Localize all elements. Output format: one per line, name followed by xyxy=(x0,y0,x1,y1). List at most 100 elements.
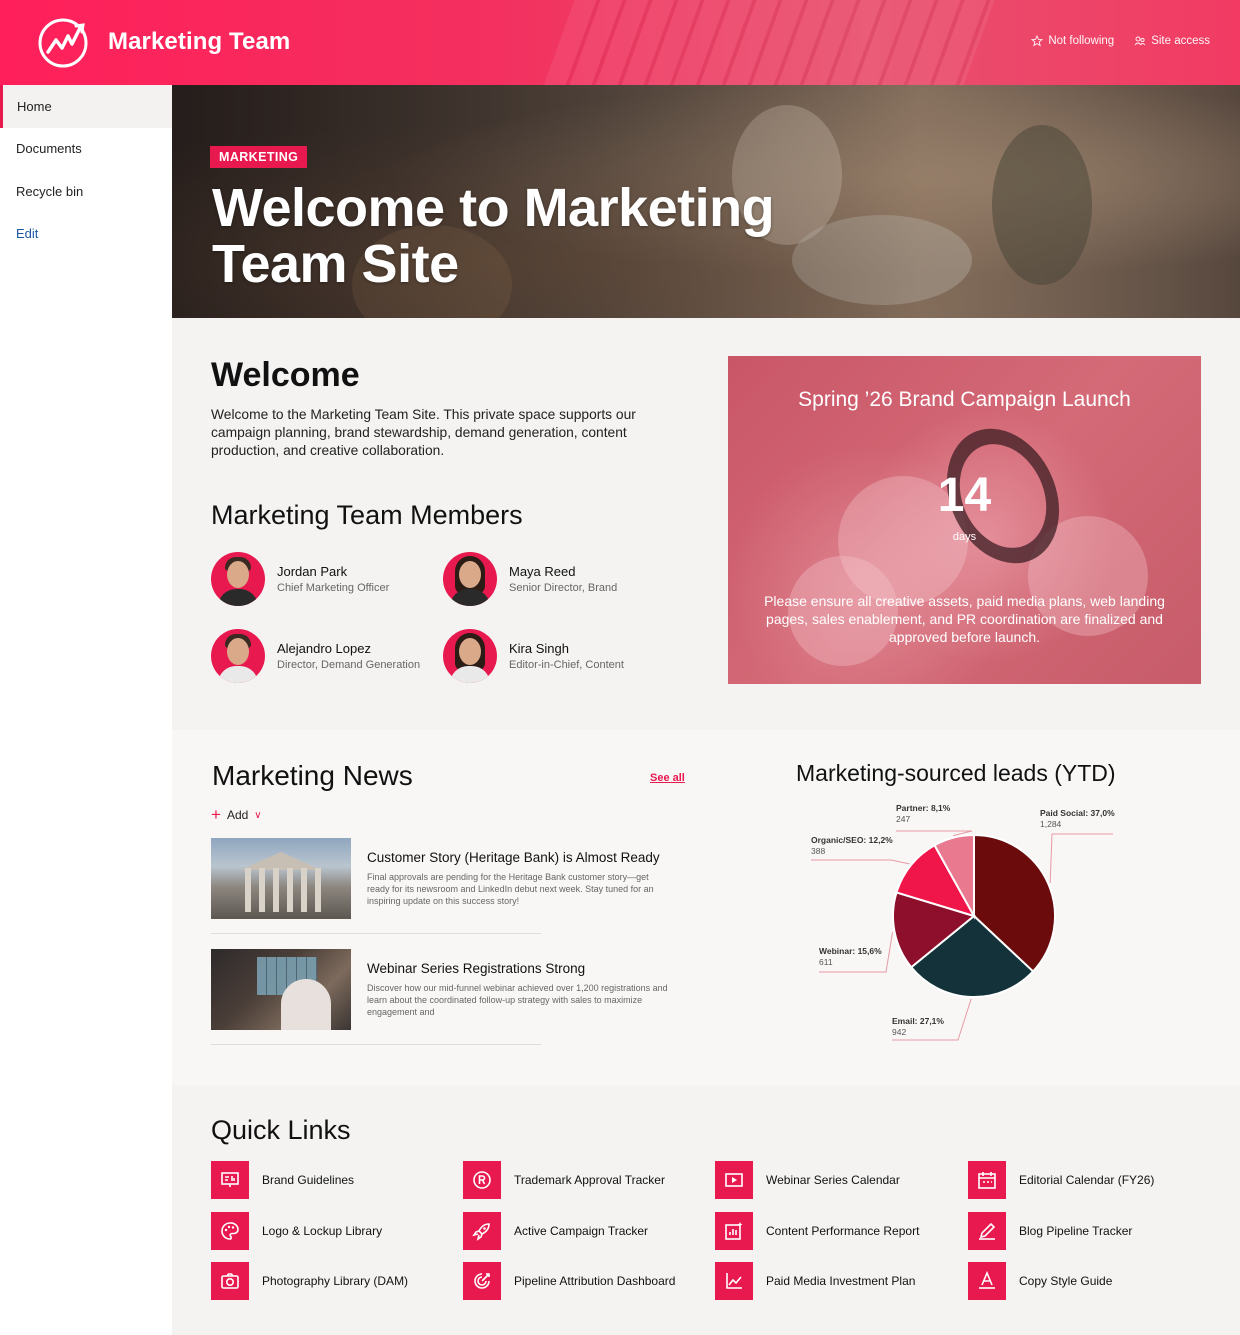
quick-link[interactable]: Webinar Series Calendar xyxy=(715,1161,900,1199)
quick-link-label: Pipeline Attribution Dashboard xyxy=(514,1274,676,1288)
news-description: Discover how our mid-funnel webinar achi… xyxy=(367,983,668,1017)
leader-line xyxy=(1049,833,1113,884)
news-title[interactable]: Customer Story (Heritage Bank) is Almost… xyxy=(367,850,687,865)
add-news-button[interactable]: + Add ∨ xyxy=(211,805,262,824)
plus-icon: + xyxy=(211,805,221,824)
countdown-number: 14 xyxy=(937,469,992,522)
add-label: Add xyxy=(226,808,249,822)
nav-item-recycle-bin[interactable]: Recycle bin xyxy=(0,170,172,213)
news-thumbnail[interactable] xyxy=(211,949,351,1030)
presentation-icon xyxy=(211,1161,249,1199)
quick-link-label: Blog Pipeline Tracker xyxy=(1019,1224,1133,1238)
member-card[interactable]: Jordan Park Chief Marketing Officer xyxy=(211,552,389,606)
nav-edit-link[interactable]: Edit xyxy=(0,213,172,256)
nav-item-home[interactable]: Home xyxy=(0,85,172,128)
leads-pie-chart: Paid Social: 37,0%1,284 Email: 27,1%942 We… xyxy=(811,803,1115,1041)
quick-link[interactable]: Trademark Approval Tracker xyxy=(463,1161,665,1199)
chevron-down-icon: ∨ xyxy=(254,809,262,821)
member-role: Chief Marketing Officer xyxy=(277,582,390,594)
slice-label: Organic/SEO: 12,2% xyxy=(811,835,893,845)
avatar xyxy=(443,552,497,606)
news-section: Marketing News See all + Add ∨ Customer … xyxy=(172,730,1240,1085)
slice-count: 1,284 xyxy=(1040,819,1062,829)
member-card[interactable]: Maya Reed Senior Director, Brand xyxy=(443,552,617,606)
quick-links-heading: Quick Links xyxy=(211,1115,351,1145)
follow-label: Not following xyxy=(1048,35,1115,47)
quick-link[interactable]: Brand Guidelines xyxy=(211,1161,354,1199)
quick-link-label: Content Performance Report xyxy=(766,1224,920,1238)
camera-icon xyxy=(211,1262,249,1300)
quick-link[interactable]: Blog Pipeline Tracker xyxy=(968,1212,1132,1250)
quick-link[interactable]: Paid Media Investment Plan xyxy=(715,1262,915,1300)
news-item[interactable]: Webinar Series Registrations Strong Disc… xyxy=(211,949,681,1045)
quick-link-label: Editorial Calendar (FY26) xyxy=(1019,1173,1155,1187)
news-heading: Marketing News xyxy=(212,760,413,791)
members-heading: Marketing Team Members xyxy=(211,500,523,530)
quick-link-label: Trademark Approval Tracker xyxy=(514,1173,665,1187)
quick-link-label: Logo & Lockup Library xyxy=(262,1224,383,1238)
text-style-icon xyxy=(968,1262,1006,1300)
news-thumbnail[interactable] xyxy=(211,838,351,919)
leader-line xyxy=(896,830,973,837)
line-chart-icon xyxy=(715,1262,753,1300)
member-role: Director, Demand Generation xyxy=(277,659,421,671)
hero-banner: MARKETING Welcome to Marketing Team Site xyxy=(172,85,1240,318)
slice-count: 611 xyxy=(819,957,833,967)
quick-links-section: Quick Links Brand Guidelines Trademark Ap… xyxy=(172,1085,1240,1335)
member-card[interactable]: Kira Singh Editor-in-Chief, Content xyxy=(443,629,624,683)
hero-tag: MARKETING xyxy=(210,146,308,168)
slice-count: 247 xyxy=(896,814,910,824)
slice-count: 388 xyxy=(811,846,825,856)
target-icon xyxy=(463,1262,501,1300)
registered-icon xyxy=(463,1161,501,1199)
member-role: Senior Director, Brand xyxy=(509,582,618,594)
member-role: Editor-in-Chief, Content xyxy=(509,659,624,671)
nav-item-documents[interactable]: Documents xyxy=(0,128,172,171)
welcome-text: Welcome to the Marketing Team Site. This… xyxy=(211,407,636,458)
slice-label: Partner: 8,1% xyxy=(896,803,951,813)
news-item[interactable]: Customer Story (Heritage Bank) is Almost… xyxy=(211,838,681,934)
leader-line xyxy=(811,859,910,865)
quick-link[interactable]: Photography Library (DAM) xyxy=(211,1262,408,1300)
member-name: Jordan Park xyxy=(277,564,348,579)
people-icon xyxy=(1134,36,1146,46)
countdown-title: Spring ’26 Brand Campaign Launch xyxy=(798,388,1131,411)
star-icon xyxy=(1031,35,1044,47)
countdown-unit: days xyxy=(952,531,977,543)
quick-link[interactable]: Editorial Calendar (FY26) xyxy=(968,1161,1154,1199)
video-icon xyxy=(715,1161,753,1199)
site-access-button[interactable]: Site access xyxy=(1134,35,1210,47)
palette-icon xyxy=(211,1212,249,1250)
quick-link-label: Brand Guidelines xyxy=(262,1173,355,1187)
countdown-card: Spring ’26 Brand Campaign Launch 14 days… xyxy=(728,356,1201,684)
see-all-link[interactable]: See all xyxy=(650,772,685,784)
chart-sparkle-icon xyxy=(715,1212,753,1250)
member-card[interactable]: Alejandro Lopez Director, Demand Generat… xyxy=(211,629,420,683)
site-header: Marketing Team Not following Site access xyxy=(0,0,1240,85)
quick-link-label: Webinar Series Calendar xyxy=(766,1173,900,1187)
hero-title: Welcome to Marketing Team Site xyxy=(212,178,775,294)
left-navigation: Home Documents Recycle bin Edit xyxy=(0,85,172,1335)
quick-link-label: Paid Media Investment Plan xyxy=(766,1274,916,1288)
welcome-heading: Welcome xyxy=(211,356,360,394)
quick-link[interactable]: Pipeline Attribution Dashboard xyxy=(463,1262,675,1300)
site-logo-icon[interactable] xyxy=(36,16,90,70)
member-name: Maya Reed xyxy=(509,564,576,579)
calendar-icon xyxy=(968,1161,1006,1199)
quick-link[interactable]: Copy Style Guide xyxy=(968,1262,1112,1300)
slice-label: Paid Social: 37,0% xyxy=(1040,808,1115,818)
quick-link[interactable]: Content Performance Report xyxy=(715,1212,919,1250)
avatar xyxy=(443,629,497,683)
slice-label: Webinar: 15,6% xyxy=(819,946,882,956)
news-title[interactable]: Webinar Series Registrations Strong xyxy=(367,961,687,976)
rocket-icon xyxy=(463,1212,501,1250)
slice-label: Email: 27,1% xyxy=(892,1016,944,1026)
site-title[interactable]: Marketing Team xyxy=(108,28,290,56)
welcome-section: Welcome Welcome to the Marketing Team Si… xyxy=(172,318,1240,730)
quick-link[interactable]: Active Campaign Tracker xyxy=(463,1212,648,1250)
site-access-label: Site access xyxy=(1151,35,1210,47)
quick-link-label: Copy Style Guide xyxy=(1019,1274,1113,1288)
quick-link[interactable]: Logo & Lockup Library xyxy=(211,1212,382,1250)
quick-link-label: Photography Library (DAM) xyxy=(262,1274,409,1288)
follow-button[interactable]: Not following xyxy=(1031,35,1114,47)
